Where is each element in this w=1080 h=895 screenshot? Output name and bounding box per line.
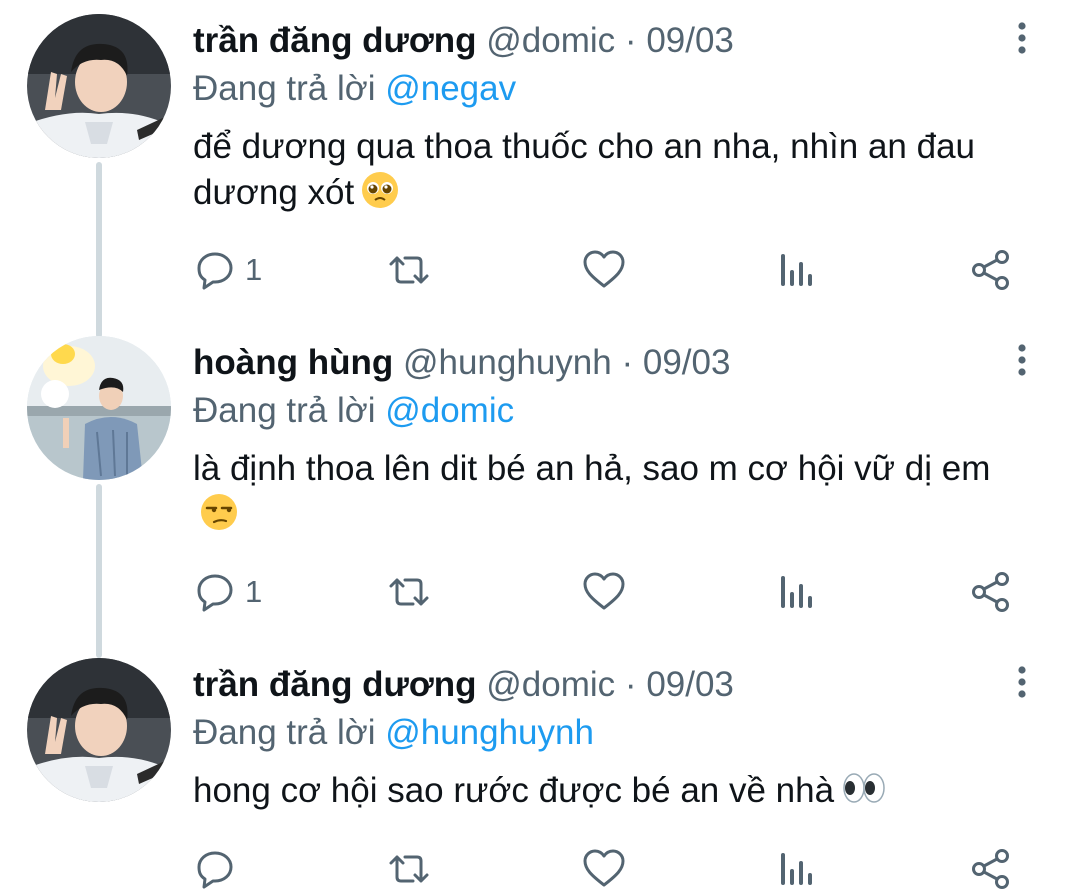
eyes-emoji	[840, 768, 888, 820]
share-button[interactable]	[969, 844, 1013, 894]
tweet-date[interactable]: 09/03	[643, 343, 731, 382]
replying-to: Đang trả lời @domic	[193, 388, 514, 434]
like-button[interactable]	[581, 245, 627, 295]
share-button[interactable]	[969, 245, 1013, 295]
tweet-date[interactable]: 09/03	[646, 665, 734, 704]
replying-prefix: Đang trả lời	[193, 713, 376, 752]
retweet-icon	[385, 847, 433, 891]
avatar[interactable]	[27, 14, 171, 158]
share-button[interactable]	[969, 567, 1013, 617]
analytics-icon	[777, 570, 817, 614]
reply-icon	[193, 847, 237, 891]
retweet-icon	[385, 570, 433, 614]
avatar[interactable]	[27, 658, 171, 802]
display-name[interactable]: trần đăng dương	[193, 21, 477, 60]
like-button[interactable]	[581, 844, 627, 894]
retweet-button[interactable]	[385, 844, 433, 894]
tweet-actions	[193, 844, 1033, 894]
user-handle[interactable]: @domic	[486, 21, 615, 60]
replying-to-link[interactable]: @hunghuynh	[385, 713, 594, 752]
tweet-header: hoàng hùng @hunghuynh · 09/03	[193, 340, 730, 386]
tweet-text-content: để dương qua thoa thuốc cho an nha, nhìn…	[193, 127, 976, 212]
retweet-button[interactable]	[385, 567, 433, 617]
tweet-text: hong cơ hội sao rước được bé an về nhà	[193, 768, 1053, 820]
share-icon	[969, 847, 1013, 891]
unamused-face-emoji	[199, 492, 239, 544]
separator-dot: ·	[621, 343, 634, 382]
tweet-text: để dương qua thoa thuốc cho an nha, nhìn…	[193, 124, 1053, 222]
replying-to: Đang trả lời @negav	[193, 66, 516, 112]
tweet-text-content: là định thoa lên dit bé an hả, sao m cơ …	[193, 449, 991, 488]
user-handle[interactable]: @hunghuynh	[403, 343, 612, 382]
more-options-icon[interactable]	[1004, 20, 1040, 56]
tweet-header: trần đăng dương @domic · 09/03	[193, 662, 734, 708]
analytics-icon	[777, 248, 817, 292]
separator-dot: ·	[624, 21, 637, 60]
reply-count: 1	[245, 574, 263, 609]
replying-to-link[interactable]: @negav	[385, 69, 516, 108]
reply-count: 1	[245, 252, 263, 287]
display-name[interactable]: trần đăng dương	[193, 665, 477, 704]
user-handle[interactable]: @domic	[486, 665, 615, 704]
heart-icon	[581, 570, 627, 614]
analytics-icon	[777, 847, 817, 891]
views-button[interactable]	[777, 245, 817, 295]
share-icon	[969, 248, 1013, 292]
like-button[interactable]	[581, 567, 627, 617]
more-options-icon[interactable]	[1004, 664, 1040, 700]
tweet-date[interactable]: 09/03	[646, 21, 734, 60]
reply-button[interactable]: 1	[193, 245, 262, 295]
replying-to-link[interactable]: @domic	[385, 391, 514, 430]
replying-prefix: Đang trả lời	[193, 69, 376, 108]
more-options-icon[interactable]	[1004, 342, 1040, 378]
tweet-header: trần đăng dương @domic · 09/03	[193, 18, 734, 64]
retweet-button[interactable]	[385, 245, 433, 295]
views-button[interactable]	[777, 567, 817, 617]
reply-button[interactable]: 1	[193, 567, 262, 617]
replying-prefix: Đang trả lời	[193, 391, 376, 430]
reply-icon	[193, 248, 237, 292]
pleading-face-emoji	[360, 170, 400, 222]
tweet-text: là định thoa lên dit bé an hả, sao m cơ …	[193, 446, 1013, 544]
reply-icon	[193, 570, 237, 614]
tweet[interactable]: trần đăng dương @domic · 09/03 Đang trả …	[0, 644, 1080, 895]
display-name[interactable]: hoàng hùng	[193, 343, 393, 382]
share-icon	[969, 570, 1013, 614]
avatar[interactable]	[27, 336, 171, 480]
tweet-actions: 1	[193, 245, 1033, 295]
tweet-actions: 1	[193, 567, 1033, 617]
heart-icon	[581, 847, 627, 891]
views-button[interactable]	[777, 844, 817, 894]
tweet[interactable]: trần đăng dương @domic · 09/03 Đang trả …	[0, 0, 1080, 322]
tweet-text-content: hong cơ hội sao rước được bé an về nhà	[193, 771, 835, 810]
reply-button[interactable]	[193, 844, 245, 894]
tweet[interactable]: hoàng hùng @hunghuynh · 09/03 Đang trả l…	[0, 322, 1080, 644]
replying-to: Đang trả lời @hunghuynh	[193, 710, 594, 756]
separator-dot: ·	[624, 665, 637, 704]
heart-icon	[581, 248, 627, 292]
retweet-icon	[385, 248, 433, 292]
